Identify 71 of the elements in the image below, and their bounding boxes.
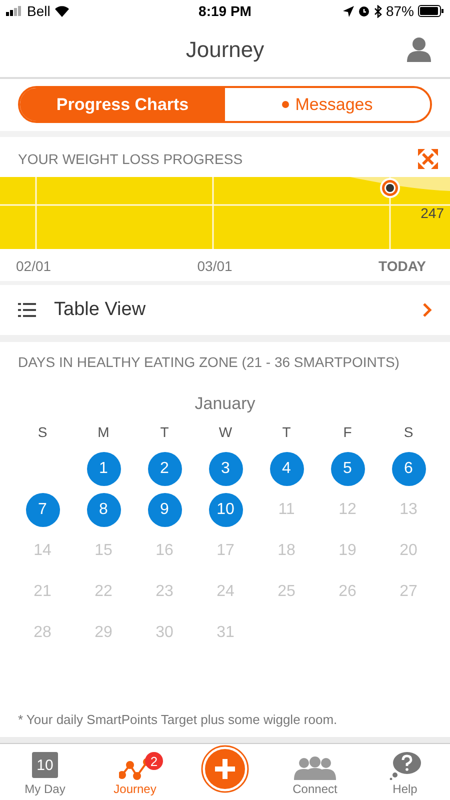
screen-title: Journey <box>186 36 264 62</box>
help-bubble-icon <box>388 752 422 780</box>
calendar-day[interactable]: 20 <box>392 534 426 568</box>
calendar-day[interactable]: 4 <box>270 452 304 486</box>
calendar-day[interactable]: 2 <box>148 452 182 486</box>
weekday-label: S <box>402 424 414 442</box>
calendar-day[interactable]: 1 <box>86 452 120 486</box>
weekday-label: F <box>342 424 353 442</box>
profile-icon[interactable] <box>406 36 432 62</box>
list-icon <box>18 303 36 317</box>
calendar-day[interactable]: 8 <box>86 492 120 526</box>
notification-badge: 2 <box>145 752 163 770</box>
calendar-day[interactable]: 27 <box>392 574 426 608</box>
weekday-label: T <box>159 424 170 442</box>
current-weight-value: 247 <box>420 205 444 221</box>
calendar-day[interactable]: 28 <box>26 616 60 650</box>
section-title: DAYS IN HEALTHY EATING ZONE (21 - 36 SMARTPOINTS) <box>17 353 400 370</box>
calendar-day[interactable]: 5 <box>330 452 364 486</box>
calendar-day[interactable]: 29 <box>86 616 120 650</box>
calendar-day[interactable]: 13 <box>392 492 426 526</box>
calendar-day[interactable]: 21 <box>26 574 60 608</box>
location-arrow-icon <box>342 6 354 16</box>
tab-bar-item[interactable]: Help <box>360 744 450 800</box>
battery-icon <box>418 5 444 17</box>
calendar-day[interactable]: 3 <box>208 452 242 486</box>
calendar-day[interactable]: 12 <box>330 492 364 526</box>
calendar-day[interactable]: 10 <box>208 492 242 526</box>
calendar-day[interactable]: 15 <box>86 534 120 568</box>
tab-bar-item[interactable]: 2 Journey <box>90 744 180 800</box>
weekday-label: S <box>36 424 48 442</box>
calendar-icon: 10 <box>32 752 58 778</box>
calendar-day[interactable]: 6 <box>392 452 426 486</box>
calendar-day[interactable]: 30 <box>148 616 182 650</box>
axis-label: 03/01 <box>197 258 232 274</box>
expand-icon[interactable] <box>418 149 438 169</box>
calendar-day[interactable]: 24 <box>208 574 242 608</box>
footnote: * Your daily SmartPoints Target plus some wiggle room. <box>17 712 338 729</box>
alarm-clock-icon <box>358 5 370 17</box>
chevron-right-icon <box>422 302 432 318</box>
current-weight-marker <box>379 177 401 199</box>
clock-time: 8:19 PM <box>198 3 252 19</box>
tab-bar-item[interactable]: Connect <box>270 744 360 800</box>
tab-bar-item[interactable]: 10 My Day <box>0 744 90 800</box>
calendar-day[interactable]: 7 <box>26 492 60 526</box>
calendar-day[interactable]: 19 <box>330 534 364 568</box>
calendar-day[interactable]: 18 <box>270 534 304 568</box>
people-icon <box>292 756 338 780</box>
weekday-label: M <box>96 424 110 442</box>
carrier-name: Bell <box>27 3 50 19</box>
axis-label: TODAY <box>378 258 426 274</box>
section-title: YOUR WEIGHT LOSS PROGRESS <box>18 151 243 167</box>
signal-icon <box>6 6 23 16</box>
calendar-day[interactable]: 23 <box>148 574 182 608</box>
bluetooth-icon <box>374 4 382 18</box>
calendar-day[interactable]: 26 <box>330 574 364 608</box>
table-view-link[interactable]: Table View <box>0 285 450 335</box>
calendar-day[interactable]: 9 <box>148 492 182 526</box>
battery-percent: 87% <box>386 3 414 19</box>
month-title: January <box>194 394 256 414</box>
axis-label: 02/01 <box>16 258 52 274</box>
calendar-day[interactable]: 11 <box>270 492 304 526</box>
calendar-day[interactable]: 25 <box>270 574 304 608</box>
calendar-day[interactable]: 22 <box>86 574 120 608</box>
segment-tab[interactable]: Progress Charts <box>20 88 225 121</box>
wifi-icon <box>54 5 70 17</box>
calendar-day[interactable]: 31 <box>208 616 242 650</box>
calendar-day[interactable]: 14 <box>26 534 60 568</box>
weekday-label: W <box>218 424 234 442</box>
weekday-label: T <box>281 424 292 442</box>
calendar-day[interactable]: 17 <box>208 534 242 568</box>
calendar-day[interactable]: 16 <box>148 534 182 568</box>
